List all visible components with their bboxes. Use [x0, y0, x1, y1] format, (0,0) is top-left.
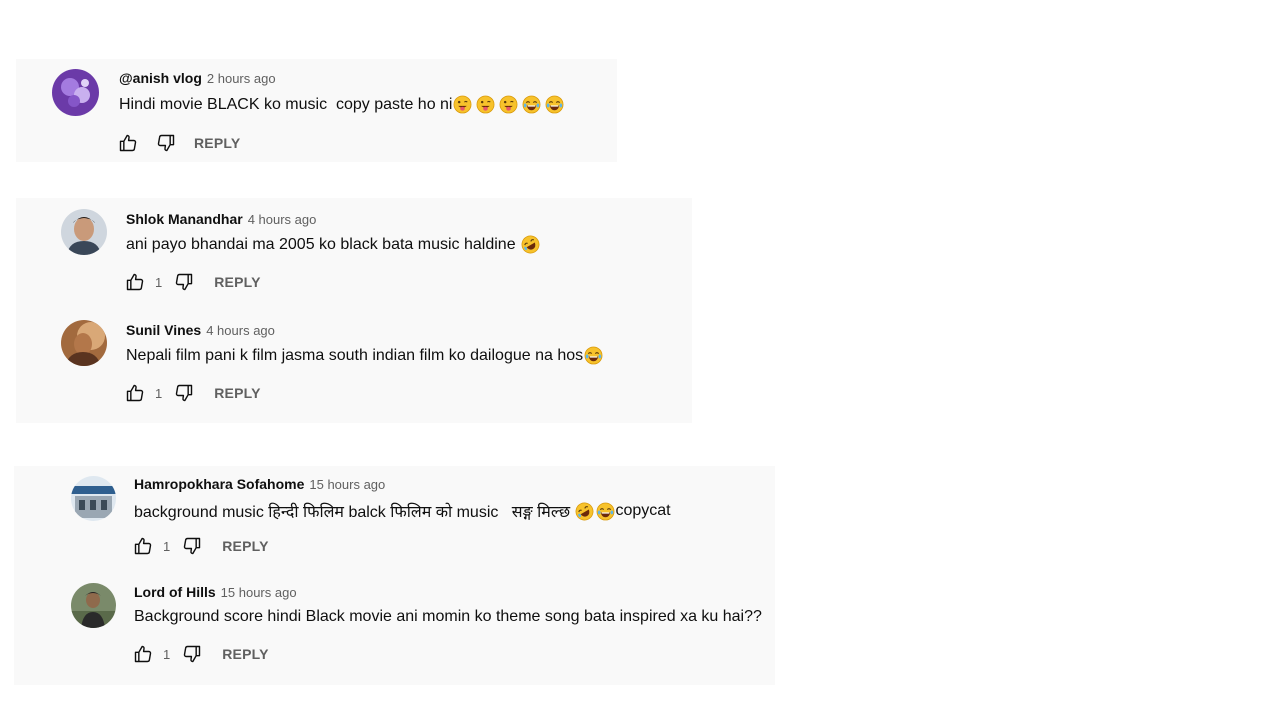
tears-of-joy-emoji [522, 95, 541, 114]
comment-timestamp[interactable]: 15 hours ago [221, 585, 297, 600]
thumb-up-icon [125, 383, 145, 403]
comment-timestamp[interactable]: 15 hours ago [309, 477, 385, 492]
comment-text: Hindi movie BLACK ko music copy paste ho… [119, 95, 453, 113]
thumb-down-icon [156, 133, 176, 153]
comment-author[interactable]: @anish vlog [119, 70, 202, 86]
reply-button[interactable]: REPLY [214, 274, 260, 290]
like-count: 1 [155, 385, 163, 401]
comment-timestamp[interactable]: 4 hours ago [206, 323, 275, 338]
thumb-up-icon [125, 272, 145, 292]
avatar[interactable] [71, 583, 116, 628]
comment-text: background music हिन्दी फिलिम balck फिलि… [134, 504, 575, 521]
like-button[interactable] [118, 133, 138, 153]
reply-button[interactable]: REPLY [194, 135, 240, 151]
tears-of-joy-emoji [545, 95, 564, 114]
tongue-wink-emoji [476, 95, 495, 114]
reply-button[interactable]: REPLY [222, 538, 268, 554]
like-count: 1 [155, 274, 163, 290]
dislike-button[interactable] [182, 536, 202, 556]
avatar[interactable] [52, 69, 99, 116]
like-button[interactable] [125, 383, 145, 403]
thumb-up-icon [133, 536, 153, 556]
thumb-down-icon [182, 644, 202, 664]
thumb-up-icon [133, 644, 153, 664]
comment-author[interactable]: Hamropokhara Sofahome [134, 476, 304, 492]
comment-timestamp[interactable]: 4 hours ago [248, 212, 317, 227]
comment-text: Background score hindi Black movie ani m… [134, 608, 762, 625]
tongue-wink-emoji [453, 95, 472, 114]
thumb-down-icon [174, 383, 194, 403]
like-count: 1 [163, 646, 171, 662]
thumb-up-icon [118, 133, 138, 153]
comment-text: Nepali film pani k film jasma south indi… [126, 346, 584, 364]
reply-button[interactable]: REPLY [222, 646, 268, 662]
like-count: 1 [163, 538, 171, 554]
like-button[interactable] [125, 272, 145, 292]
dislike-button[interactable] [182, 644, 202, 664]
dislike-button[interactable] [156, 133, 176, 153]
comment-text: ani payo bhandai ma 2005 ko black bata m… [126, 235, 521, 253]
like-button[interactable] [133, 644, 153, 664]
avatar[interactable] [71, 476, 116, 521]
rofl-emoji [575, 502, 594, 521]
avatar[interactable] [61, 320, 107, 366]
comment-author[interactable]: Lord of Hills [134, 584, 216, 600]
comment-thread-panel [14, 466, 775, 685]
dislike-button[interactable] [174, 383, 194, 403]
thumb-down-icon [182, 536, 202, 556]
tongue-wink-emoji [499, 95, 518, 114]
comment-text-suffix: copycat [615, 502, 671, 519]
thumb-down-icon [174, 272, 194, 292]
tears-of-joy-emoji [584, 346, 603, 365]
comment-thread-panel [16, 198, 692, 423]
tears-of-joy-emoji [596, 502, 615, 521]
comment-author[interactable]: Sunil Vines [126, 322, 201, 338]
dislike-button[interactable] [174, 272, 194, 292]
avatar[interactable] [61, 209, 107, 255]
like-button[interactable] [133, 536, 153, 556]
rofl-emoji [521, 235, 540, 254]
reply-button[interactable]: REPLY [214, 385, 260, 401]
comment-timestamp[interactable]: 2 hours ago [207, 71, 276, 86]
comment-author[interactable]: Shlok Manandhar [126, 211, 243, 227]
